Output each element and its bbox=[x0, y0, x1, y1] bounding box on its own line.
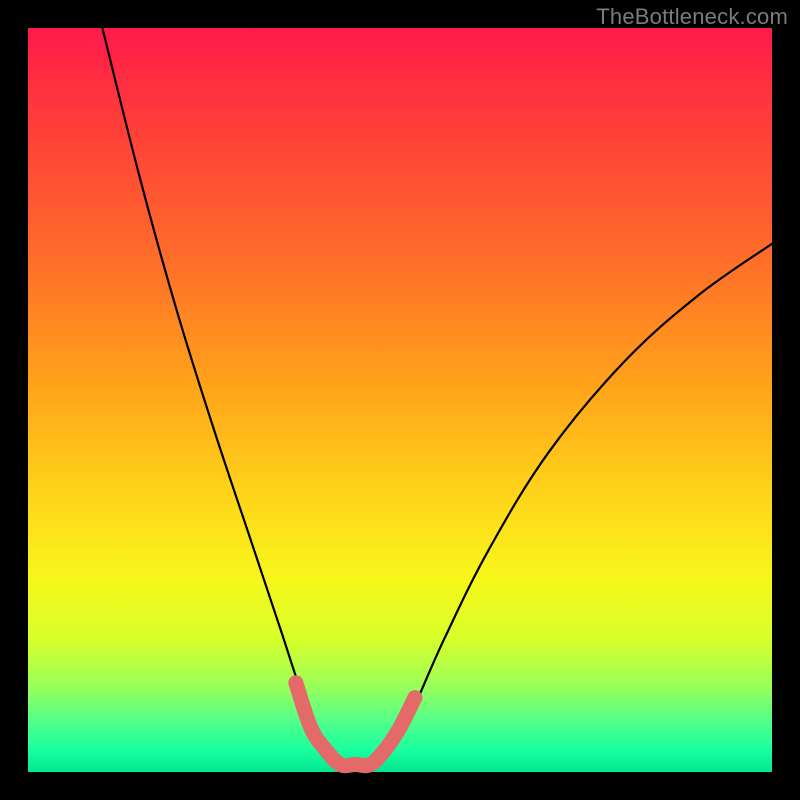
bottleneck-chart bbox=[0, 0, 800, 800]
chart-stage: TheBottleneck.com bbox=[0, 0, 800, 800]
watermark-text: TheBottleneck.com bbox=[596, 4, 788, 30]
plot-background bbox=[28, 28, 772, 772]
